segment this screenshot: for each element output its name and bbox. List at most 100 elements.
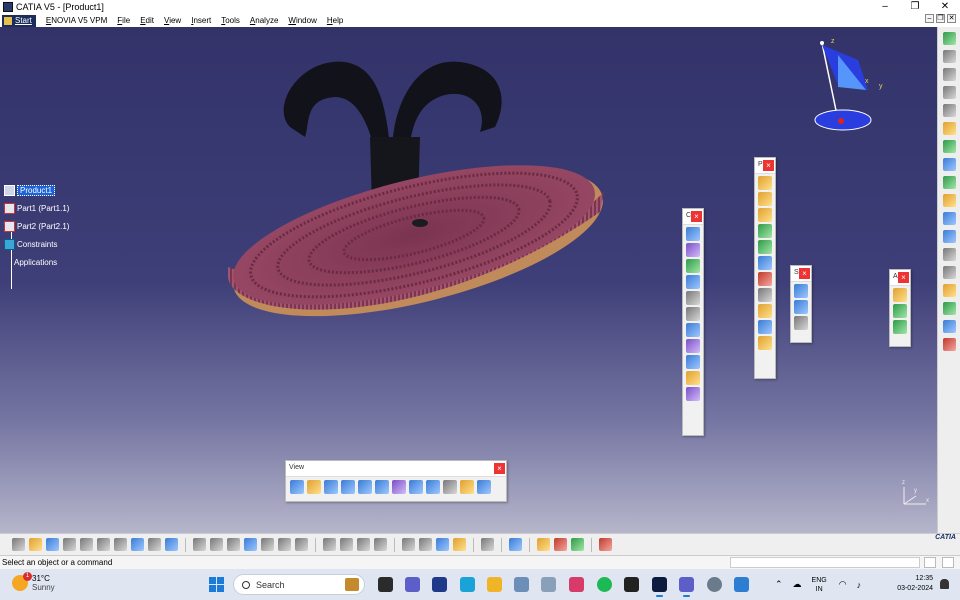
- toolbar-tool-icon[interactable]: [758, 240, 772, 254]
- view-toolbar[interactable]: View ×: [285, 460, 507, 502]
- toolbar-tool-icon[interactable]: [794, 284, 808, 298]
- teams-icon[interactable]: [679, 577, 694, 597]
- toolbar-close-button[interactable]: ×: [763, 160, 774, 171]
- menu-edit[interactable]: Edit: [140, 16, 154, 25]
- tool-icon[interactable]: [942, 68, 956, 81]
- select-icon[interactable]: [942, 122, 956, 135]
- view-toolbar-header[interactable]: View ×: [286, 461, 506, 477]
- toolbar-tool-icon[interactable]: [686, 387, 700, 401]
- measure-icon[interactable]: [436, 538, 449, 551]
- toolbar-tool-icon[interactable]: [758, 176, 772, 190]
- command-input[interactable]: [730, 557, 920, 568]
- tool-icon[interactable]: [374, 538, 387, 551]
- tree-item-product1-label[interactable]: Product1: [17, 184, 56, 196]
- tool-icon[interactable]: [942, 194, 956, 207]
- tree-item-constraints-label[interactable]: Constraints: [17, 240, 57, 249]
- toolbar-tool-icon[interactable]: [686, 227, 700, 241]
- toolbar-tool-icon[interactable]: [686, 371, 700, 385]
- taskbar-clock[interactable]: 12:35 03-02-2024: [893, 574, 933, 594]
- file-explorer-icon[interactable]: [487, 577, 502, 592]
- menu-help[interactable]: Help: [327, 16, 343, 25]
- redo-icon[interactable]: [148, 538, 161, 551]
- tool-icon[interactable]: [554, 538, 567, 551]
- zoom-in-icon[interactable]: [358, 480, 372, 494]
- menu-view[interactable]: View: [164, 16, 181, 25]
- doc-minimize-button[interactable]: –: [925, 14, 934, 23]
- start-menu[interactable]: Start: [2, 14, 36, 27]
- restore-button[interactable]: ❐: [900, 0, 930, 14]
- compass-icon[interactable]: [808, 35, 888, 145]
- menu-insert[interactable]: Insert: [191, 16, 211, 25]
- pan-icon[interactable]: [324, 480, 338, 494]
- doc-restore-button[interactable]: ❐: [936, 14, 945, 23]
- tool-icon[interactable]: [942, 266, 956, 279]
- tool-icon[interactable]: [509, 538, 522, 551]
- tool-icon[interactable]: [419, 538, 432, 551]
- edge-icon[interactable]: [460, 577, 475, 592]
- toolbar-tool-icon[interactable]: [794, 300, 808, 314]
- tree-item-applications-label[interactable]: Applications: [14, 258, 57, 267]
- cut-icon[interactable]: [80, 538, 93, 551]
- fly-mode-icon[interactable]: [290, 480, 304, 494]
- windows-start-icon[interactable]: [209, 577, 224, 592]
- floating-toolbar-s[interactable]: S ×: [790, 265, 812, 343]
- toolbar-tool-icon[interactable]: [893, 288, 907, 302]
- tool-icon[interactable]: [942, 140, 956, 153]
- toolbar-tool-icon[interactable]: [758, 192, 772, 206]
- tool-icon[interactable]: [942, 158, 956, 171]
- volume-icon[interactable]: ♪: [857, 580, 862, 590]
- weather-widget[interactable]: 1 31°C Sunny: [12, 572, 55, 592]
- tool-icon[interactable]: [571, 538, 584, 551]
- shading-icon[interactable]: [443, 480, 457, 494]
- toolbar-header[interactable]: S ×: [791, 266, 811, 282]
- tool-icon[interactable]: [453, 538, 466, 551]
- task-view-icon[interactable]: [378, 577, 393, 592]
- app-icon[interactable]: [734, 577, 749, 592]
- menu-file[interactable]: File: [117, 16, 130, 25]
- app-icon[interactable]: [569, 577, 584, 592]
- tool-icon[interactable]: [357, 538, 370, 551]
- toolbar-tool-icon[interactable]: [758, 304, 772, 318]
- rotate-icon[interactable]: [341, 480, 355, 494]
- copy-icon[interactable]: [97, 538, 110, 551]
- compass-widget[interactable]: z x y: [808, 35, 888, 148]
- toolbar-header[interactable]: P ×: [755, 158, 775, 174]
- grid-icon[interactable]: [599, 538, 612, 551]
- minimize-button[interactable]: –: [870, 0, 900, 14]
- spotify-icon[interactable]: [597, 577, 612, 592]
- toolbar-tool-icon[interactable]: [686, 339, 700, 353]
- toolbar-header[interactable]: C ×: [683, 209, 703, 225]
- zoom-out-icon[interactable]: [375, 480, 389, 494]
- new-icon[interactable]: [12, 538, 25, 551]
- tool-icon[interactable]: [227, 538, 240, 551]
- toolbar-close-button[interactable]: ×: [799, 268, 810, 279]
- tool-icon[interactable]: [942, 338, 956, 351]
- floating-toolbar-c[interactable]: C ×: [682, 208, 704, 436]
- undo-icon[interactable]: [131, 538, 144, 551]
- tree-item-part2-label[interactable]: Part2 (Part2.1): [17, 222, 69, 231]
- language-indicator[interactable]: ENG IN: [812, 576, 827, 594]
- store-icon[interactable]: [432, 577, 447, 592]
- tool-icon[interactable]: [278, 538, 291, 551]
- menu-tools[interactable]: Tools: [221, 16, 240, 25]
- multi-view-icon[interactable]: [409, 480, 423, 494]
- tool-icon[interactable]: [323, 538, 336, 551]
- toolbar-tool-icon[interactable]: [794, 316, 808, 330]
- tool-icon[interactable]: [942, 176, 956, 189]
- toolbar-tool-icon[interactable]: [893, 320, 907, 334]
- tree-item-part2[interactable]: + Part2 (Part2.1): [3, 217, 114, 235]
- tree-item-constraints[interactable]: + Constraints: [3, 235, 114, 253]
- tool-icon[interactable]: [942, 212, 956, 225]
- status-button[interactable]: [924, 557, 936, 568]
- tool-icon[interactable]: [942, 284, 956, 297]
- menu-enovia[interactable]: ENOVIA V5 VPM: [46, 16, 107, 25]
- toolbar-tool-icon[interactable]: [686, 275, 700, 289]
- toolbar-tool-icon[interactable]: [686, 355, 700, 369]
- toolbar-tool-icon[interactable]: [686, 243, 700, 257]
- tree-item-product1[interactable]: Product1: [4, 181, 114, 199]
- tool-icon[interactable]: [295, 538, 308, 551]
- floating-toolbar-p[interactable]: P ×: [754, 157, 776, 379]
- toolbar-tool-icon[interactable]: [758, 320, 772, 334]
- open-icon[interactable]: [29, 538, 42, 551]
- tree-item-part1[interactable]: + Part1 (Part1.1): [3, 199, 114, 217]
